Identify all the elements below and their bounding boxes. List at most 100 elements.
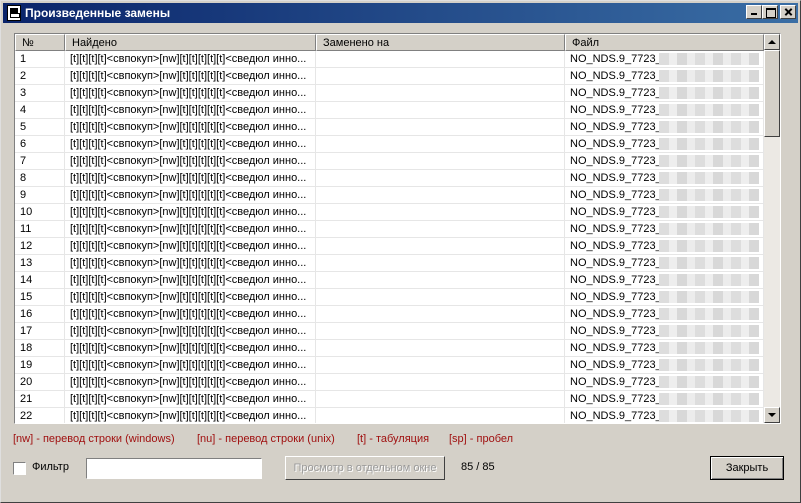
row-file: NO_NDS.9_7723_: [565, 340, 764, 357]
table-row[interactable]: 10 [t][t][t][t]<свпокуп>[nw][t][t][t][t][…: [15, 204, 764, 221]
row-found: [t][t][t][t]<свпокуп>[nw][t][t][t][t][t]…: [65, 221, 316, 238]
row-replaced: [316, 153, 565, 170]
row-replaced: [316, 374, 565, 391]
header-found[interactable]: Найдено: [65, 34, 316, 51]
row-replaced: [316, 85, 565, 102]
header-replaced[interactable]: Заменено на: [316, 34, 565, 51]
minimize-button[interactable]: [746, 5, 762, 19]
redacted-filename: [659, 376, 759, 388]
row-found: [t][t][t][t]<свпокуп>[nw][t][t][t][t][t]…: [65, 289, 316, 306]
table-row[interactable]: 17 [t][t][t][t]<свпокуп>[nw][t][t][t][t][…: [15, 323, 764, 340]
row-found: [t][t][t][t]<свпокуп>[nw][t][t][t][t][t]…: [65, 357, 316, 374]
row-number: 14: [15, 272, 65, 289]
row-found: [t][t][t][t]<свпокуп>[nw][t][t][t][t][t]…: [65, 391, 316, 408]
legend: [nw] - перевод строки (windows) [nu] - п…: [1, 433, 801, 447]
row-found: [t][t][t][t]<свпокуп>[nw][t][t][t][t][t]…: [65, 306, 316, 323]
table-row[interactable]: 15 [t][t][t][t]<свпокуп>[nw][t][t][t][t][…: [15, 289, 764, 306]
row-replaced: [316, 68, 565, 85]
redacted-filename: [659, 53, 759, 65]
table-row[interactable]: 1 [t][t][t][t]<свпокуп>[nw][t][t][t][t][t…: [15, 51, 764, 68]
table-row[interactable]: 13 [t][t][t][t]<свпокуп>[nw][t][t][t][t][…: [15, 255, 764, 272]
row-number: 12: [15, 238, 65, 255]
table-row[interactable]: 4 [t][t][t][t]<свпокуп>[nw][t][t][t][t][t…: [15, 102, 764, 119]
row-file: NO_NDS.9_7723_: [565, 289, 764, 306]
maximize-button[interactable]: [762, 5, 778, 19]
view-separate-window-button[interactable]: Просмотр в отдельном окне: [285, 456, 445, 480]
row-file: NO_NDS.9_7723_: [565, 357, 764, 374]
row-found: [t][t][t][t]<свпокуп>[nw][t][t][t][t][t]…: [65, 102, 316, 119]
close-button[interactable]: Закрыть: [710, 456, 784, 480]
table-row[interactable]: 20 [t][t][t][t]<свпокуп>[nw][t][t][t][t][…: [15, 374, 764, 391]
redacted-filename: [659, 410, 759, 422]
row-file: NO_NDS.9_7723_: [565, 221, 764, 238]
row-found: [t][t][t][t]<свпокуп>[nw][t][t][t][t][t]…: [65, 68, 316, 85]
row-found: [t][t][t][t]<свпокуп>[nw][t][t][t][t][t]…: [65, 340, 316, 357]
table-row[interactable]: 11 [t][t][t][t]<свпокуп>[nw][t][t][t][t][…: [15, 221, 764, 238]
close-window-button[interactable]: [780, 5, 796, 19]
arrow-up-icon: [768, 40, 776, 44]
table-row[interactable]: 21 [t][t][t][t]<свпокуп>[nw][t][t][t][t][…: [15, 391, 764, 408]
row-replaced: [316, 340, 565, 357]
table-row[interactable]: 3 [t][t][t][t]<свпокуп>[nw][t][t][t][t][t…: [15, 85, 764, 102]
row-found: [t][t][t][t]<свпокуп>[nw][t][t][t][t][t]…: [65, 255, 316, 272]
filter-input[interactable]: [86, 458, 262, 479]
row-found: [t][t][t][t]<свпокуп>[nw][t][t][t][t][t]…: [65, 272, 316, 289]
table-row[interactable]: 16 [t][t][t][t]<свпокуп>[nw][t][t][t][t][…: [15, 306, 764, 323]
table-row[interactable]: 8 [t][t][t][t]<свпокуп>[nw][t][t][t][t][t…: [15, 170, 764, 187]
table-row[interactable]: 6 [t][t][t][t]<свпокуп>[nw][t][t][t][t][t…: [15, 136, 764, 153]
row-found: [t][t][t][t]<свпокуп>[nw][t][t][t][t][t]…: [65, 136, 316, 153]
table-row[interactable]: 22 [t][t][t][t]<свпокуп>[nw][t][t][t][t][…: [15, 408, 764, 423]
row-file: NO_NDS.9_7723_: [565, 374, 764, 391]
row-found: [t][t][t][t]<свпокуп>[nw][t][t][t][t][t]…: [65, 408, 316, 423]
row-replaced: [316, 136, 565, 153]
row-number: 4: [15, 102, 65, 119]
header-number[interactable]: №: [15, 34, 65, 51]
row-number: 13: [15, 255, 65, 272]
table-row[interactable]: 9 [t][t][t][t]<свпокуп>[nw][t][t][t][t][t…: [15, 187, 764, 204]
replacements-window: Произведенные замены № Найдено Заменено …: [0, 0, 801, 503]
row-found: [t][t][t][t]<свпокуп>[nw][t][t][t][t][t]…: [65, 204, 316, 221]
row-replaced: [316, 119, 565, 136]
row-number: 1: [15, 51, 65, 68]
row-number: 20: [15, 374, 65, 391]
row-file: NO_NDS.9_7723_: [565, 391, 764, 408]
redacted-filename: [659, 121, 759, 133]
row-replaced: [316, 289, 565, 306]
table-row[interactable]: 14 [t][t][t][t]<свпокуп>[nw][t][t][t][t][…: [15, 272, 764, 289]
row-file: NO_NDS.9_7723_: [565, 238, 764, 255]
table-row[interactable]: 18 [t][t][t][t]<свпокуп>[nw][t][t][t][t][…: [15, 340, 764, 357]
redacted-filename: [659, 240, 759, 252]
filter-label[interactable]: Фильтр: [32, 461, 69, 473]
table-row[interactable]: 19 [t][t][t][t]<свпокуп>[nw][t][t][t][t][…: [15, 357, 764, 374]
row-replaced: [316, 306, 565, 323]
row-replaced: [316, 170, 565, 187]
row-number: 3: [15, 85, 65, 102]
row-file: NO_NDS.9_7723_: [565, 187, 764, 204]
row-found: [t][t][t][t]<свпокуп>[nw][t][t][t][t][t]…: [65, 153, 316, 170]
redacted-filename: [659, 359, 759, 371]
scroll-thumb[interactable]: [764, 50, 780, 137]
table-body: 1 [t][t][t][t]<свпокуп>[nw][t][t][t][t][t…: [15, 51, 764, 423]
table-row[interactable]: 7 [t][t][t][t]<свпокуп>[nw][t][t][t][t][t…: [15, 153, 764, 170]
row-file: NO_NDS.9_7723_: [565, 119, 764, 136]
header-file[interactable]: Файл: [565, 34, 764, 51]
table-row[interactable]: 2 [t][t][t][t]<свпокуп>[nw][t][t][t][t][t…: [15, 68, 764, 85]
row-found: [t][t][t][t]<свпокуп>[nw][t][t][t][t][t]…: [65, 85, 316, 102]
replacements-table[interactable]: № Найдено Заменено на Файл 1 [t][t][t][t]…: [14, 33, 781, 424]
row-replaced: [316, 102, 565, 119]
scroll-up-button[interactable]: [764, 34, 780, 50]
filter-checkbox[interactable]: [13, 462, 26, 475]
table-row[interactable]: 12 [t][t][t][t]<свпокуп>[nw][t][t][t][t][…: [15, 238, 764, 255]
title-bar[interactable]: Произведенные замены: [3, 3, 798, 23]
scroll-down-button[interactable]: [764, 407, 780, 423]
match-counter: 85 / 85: [461, 461, 495, 473]
vertical-scrollbar[interactable]: [764, 34, 780, 423]
redacted-filename: [659, 87, 759, 99]
row-found: [t][t][t][t]<свпокуп>[nw][t][t][t][t][t]…: [65, 170, 316, 187]
table-row[interactable]: 5 [t][t][t][t]<свпокуп>[nw][t][t][t][t][t…: [15, 119, 764, 136]
redacted-filename: [659, 172, 759, 184]
row-file: NO_NDS.9_7723_: [565, 408, 764, 423]
row-number: 19: [15, 357, 65, 374]
row-number: 11: [15, 221, 65, 238]
row-found: [t][t][t][t]<свпокуп>[nw][t][t][t][t][t]…: [65, 51, 316, 68]
